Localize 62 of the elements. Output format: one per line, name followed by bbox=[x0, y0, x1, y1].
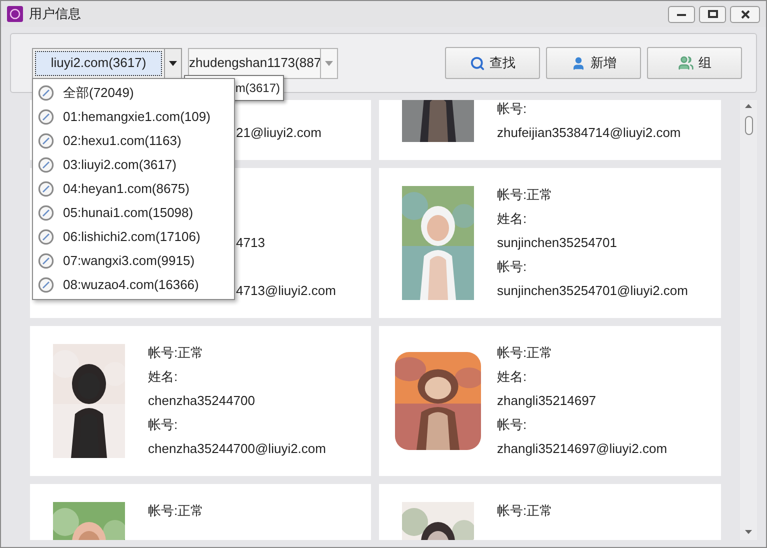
username: chenzha35244700 bbox=[148, 392, 255, 410]
app-icon bbox=[7, 6, 23, 22]
scroll-up-icon bbox=[745, 104, 752, 108]
close-button[interactable] bbox=[730, 6, 760, 22]
search-icon bbox=[470, 56, 484, 70]
dropdown-item[interactable]: 01:hemangxie1.com(109) bbox=[33, 105, 234, 129]
compass-icon bbox=[38, 157, 54, 173]
email-address: chenzha35244700@liuyi2.com bbox=[148, 440, 326, 458]
account-status: 帐号:正常 bbox=[148, 344, 204, 362]
dropdown-arrow-icon bbox=[325, 60, 333, 66]
name-label: 姓名: bbox=[497, 210, 527, 228]
maximize-icon bbox=[708, 10, 718, 18]
people-icon bbox=[678, 55, 694, 71]
minimize-icon bbox=[677, 12, 686, 16]
dropdown-item[interactable]: 04:heyan1.com(8675) bbox=[33, 177, 234, 201]
account-label: 帐号: bbox=[497, 416, 527, 434]
scroll-down-icon bbox=[745, 530, 752, 534]
dropdown-item[interactable]: 全部(72049) bbox=[33, 81, 234, 105]
dropdown-item[interactable]: 02:hexu1.com(1163) bbox=[33, 129, 234, 153]
dropdown-item[interactable]: 03:liuyi2.com(3617) bbox=[33, 153, 234, 177]
email-address: zhangli35214697@liuyi2.com bbox=[497, 440, 668, 458]
dropdown-item[interactable]: 06:lishichi2.com(17106) bbox=[33, 225, 234, 249]
compass-icon bbox=[38, 277, 54, 293]
account-status: 帐号:正常 bbox=[148, 502, 204, 520]
username: 4713 bbox=[236, 234, 265, 252]
compass-icon bbox=[38, 253, 54, 269]
name-label: 姓名: bbox=[497, 368, 527, 386]
dropdown-item[interactable]: 08:wuzao4.com(16366) bbox=[33, 273, 234, 297]
account-status: 帐号:正常 bbox=[497, 344, 553, 362]
account-status: 帐号:正常 bbox=[497, 186, 553, 204]
compass-icon bbox=[38, 85, 54, 101]
account-label: 帐号: bbox=[148, 416, 178, 434]
dropdown-item[interactable]: 05:hunai1.com(15098) bbox=[33, 201, 234, 225]
maximize-button[interactable] bbox=[699, 6, 726, 22]
compass-icon bbox=[38, 133, 54, 149]
scrollbar[interactable] bbox=[740, 100, 757, 540]
add-button[interactable]: 新增 bbox=[546, 47, 641, 79]
account-status: 帐号:正常 bbox=[497, 502, 553, 520]
username: sunjinchen35254701 bbox=[497, 234, 617, 252]
account-label: 帐号: bbox=[497, 258, 527, 276]
group-button[interactable]: 组 bbox=[647, 47, 742, 79]
person-icon bbox=[570, 56, 586, 70]
compass-icon bbox=[38, 109, 54, 125]
dropdown-arrow-icon bbox=[169, 60, 177, 66]
compass-icon bbox=[38, 205, 54, 221]
email-address: zhufeijian35384714@liuyi2.com bbox=[497, 124, 681, 142]
tooltip-text: m(3617) bbox=[235, 80, 280, 97]
minimize-button[interactable] bbox=[668, 6, 695, 22]
scroll-thumb[interactable] bbox=[744, 116, 752, 135]
dropdown-item[interactable]: 07:wangxi3.com(9915) bbox=[33, 249, 234, 273]
username: zhangli35214697 bbox=[497, 392, 596, 410]
email-address: 4713@liuyi2.com bbox=[236, 282, 336, 300]
name-label: 姓名: bbox=[148, 368, 178, 386]
account-label: 帐号: bbox=[497, 100, 527, 118]
email-address: sunjinchen35254701@liuyi2.com bbox=[497, 282, 688, 300]
email-address: 21@liuyi2.com bbox=[236, 124, 322, 142]
compass-icon bbox=[38, 181, 54, 197]
domain-combo[interactable]: liuyi2.com(3617) bbox=[32, 48, 182, 78]
window-title: 用户信息 bbox=[29, 5, 81, 24]
compass-icon bbox=[38, 229, 54, 245]
search-button[interactable]: 查找 bbox=[445, 47, 540, 79]
close-icon bbox=[740, 10, 750, 18]
